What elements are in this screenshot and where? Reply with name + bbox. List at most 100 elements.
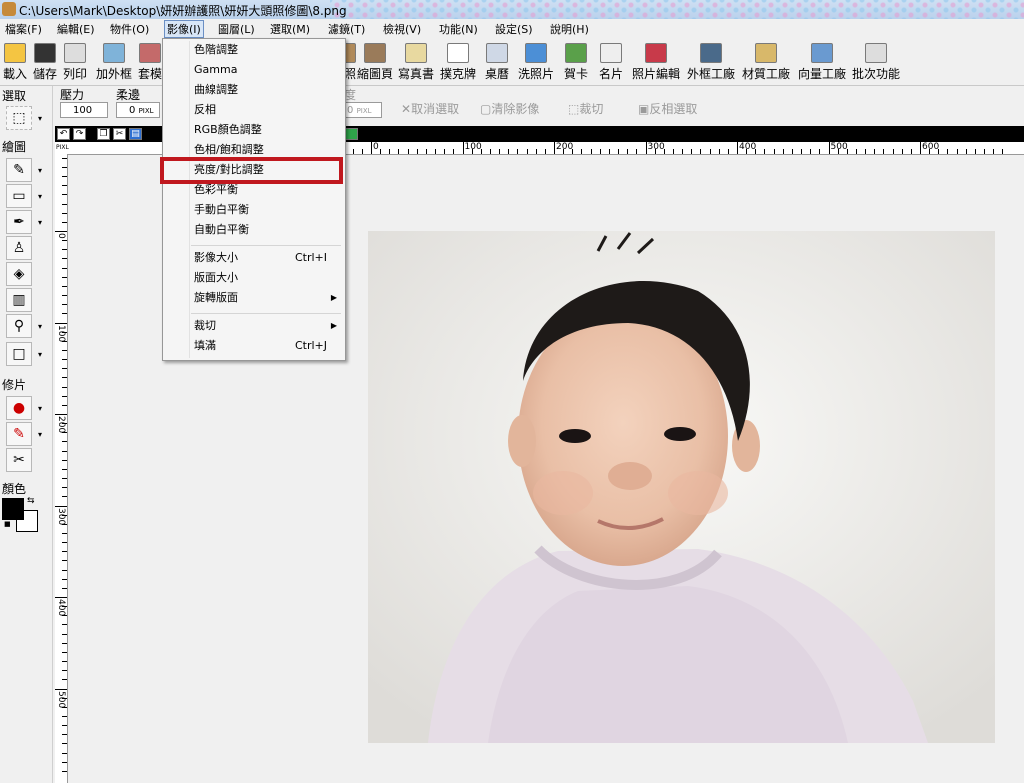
app-icon[interactable] — [2, 2, 16, 16]
menu-function[interactable]: 功能(N) — [437, 21, 480, 37]
chevron-down-icon[interactable]: ▾ — [38, 166, 42, 175]
retouch-brush-tool[interactable]: ✎ — [6, 422, 32, 446]
menu-item-gamma[interactable]: Gamma — [163, 60, 345, 80]
stamp-tool[interactable]: ♙ — [6, 236, 32, 260]
cut-icon[interactable]: ✂ — [113, 128, 126, 140]
ruler-tick — [901, 149, 903, 154]
menu-settings[interactable]: 設定(S) — [493, 21, 535, 37]
business-card-button[interactable]: 名片 — [596, 41, 626, 83]
ruler-tick — [581, 149, 583, 154]
undo-icon[interactable]: ↶ — [57, 128, 70, 140]
invert-selection-button[interactable]: ▣反相選取 — [638, 100, 697, 117]
menu-item-label: 填滿 — [194, 339, 216, 352]
clear-image-button[interactable]: ▢清除影像 — [480, 100, 539, 117]
menu-object[interactable]: 物件(O) — [108, 21, 151, 37]
frame-factory-button[interactable]: 外框工廠 — [685, 41, 737, 83]
gradient-tool[interactable]: ▥ — [6, 288, 32, 312]
chevron-down-icon[interactable]: ▾ — [38, 404, 42, 413]
menu-view[interactable]: 檢視(V) — [381, 21, 423, 37]
ruler-tick — [993, 149, 995, 154]
thumbnail-page-button[interactable]: 縮圖頁 — [355, 41, 395, 83]
save-button[interactable]: 儲存 — [30, 41, 60, 83]
brush-tool[interactable]: ✎ — [6, 158, 32, 182]
menu-item-label: 手動白平衡 — [194, 203, 249, 216]
pen-tool[interactable]: ✒ — [6, 210, 32, 234]
print-photos-button[interactable]: 洗照片 — [515, 41, 557, 83]
calendar-button[interactable]: 桌曆 — [481, 41, 513, 83]
playing-cards-icon — [447, 43, 469, 63]
menu-item-curves[interactable]: 曲線調整 — [163, 80, 345, 100]
toolbox: 選取 ⬚ ▾ 繪圖 ✎ ▾ ▭ ▾ ✒ ▾ ♙ ◈ ▥ ⚲ ▾ □ ▾ 修片 ●… — [0, 86, 53, 783]
ruler-tick — [62, 368, 67, 370]
menu-help[interactable]: 說明(H) — [548, 21, 591, 37]
print-button[interactable]: 列印 — [60, 41, 90, 83]
feather-input[interactable]: 0 PIXL — [116, 102, 160, 118]
vector-factory-button[interactable]: 向量工廠 — [795, 41, 849, 83]
menu-item-levels[interactable]: 色階調整 — [163, 40, 345, 60]
ruler-tick — [62, 212, 67, 214]
ruler-tick — [819, 149, 821, 154]
swap-colors-icon[interactable]: ⇆ — [27, 496, 35, 506]
menu-select[interactable]: 選取(M) — [268, 21, 312, 37]
clear-image-label: 清除影像 — [491, 102, 540, 116]
texture-factory-button[interactable]: 材質工廠 — [739, 41, 793, 83]
layer-icon[interactable] — [345, 128, 358, 140]
greeting-card-button[interactable]: 賀卡 — [561, 41, 591, 83]
vertical-ruler: 0 100 200 300 400 500 — [55, 154, 68, 783]
chevron-down-icon[interactable]: ▾ — [38, 430, 42, 439]
menu-edit[interactable]: 編輯(E) — [55, 21, 97, 37]
shape-tool[interactable]: □ — [6, 342, 32, 366]
eyedropper-tool[interactable]: ⚲ — [6, 314, 32, 338]
menu-item-auto-white-balance[interactable]: 自動白平衡 — [163, 220, 345, 240]
ruler-tick — [62, 285, 67, 287]
menu-item-fill[interactable]: 填滿 Ctrl+J — [163, 336, 345, 356]
menu-item-canvas-size[interactable]: 版面大小 — [163, 268, 345, 288]
hardness-input[interactable]: 100 — [60, 102, 108, 118]
ruler-tick — [508, 149, 510, 154]
ruler-tick — [425, 149, 427, 154]
add-frame-button[interactable]: 加外框 — [93, 41, 135, 83]
redo-icon[interactable]: ↷ — [73, 128, 86, 140]
paste-icon[interactable]: ▤ — [129, 128, 142, 140]
paint-bucket-icon: ◈ — [13, 266, 25, 282]
load-button[interactable]: 載入 — [0, 41, 30, 83]
batch-function-button[interactable]: 批次功能 — [850, 41, 902, 83]
menu-item-manual-white-balance[interactable]: 手動白平衡 — [163, 200, 345, 220]
menu-filter[interactable]: 濾鏡(T) — [326, 21, 367, 37]
menu-item-label: 反相 — [194, 103, 216, 116]
menu-item-rgb-adjust[interactable]: RGB顏色調整 — [163, 120, 345, 140]
clone-tool[interactable]: ✂ — [6, 448, 32, 472]
photo-edit-button[interactable]: 照片編輯 — [628, 41, 684, 83]
ruler-tick — [453, 149, 455, 154]
chevron-down-icon[interactable]: ▾ — [38, 192, 42, 201]
reset-colors-icon[interactable]: ■ — [4, 520, 11, 528]
eraser-tool[interactable]: ▭ — [6, 184, 32, 208]
crop-button[interactable]: ⬚裁切 — [568, 100, 603, 117]
menu-item-invert[interactable]: 反相 — [163, 100, 345, 120]
cancel-selection-label: 取消選取 — [411, 102, 460, 116]
menu-file[interactable]: 檔案(F) — [3, 21, 44, 37]
photobook-button[interactable]: 寫真書 — [396, 41, 436, 83]
photo-image[interactable] — [368, 231, 995, 743]
rect-select-tool[interactable]: ⬚ — [6, 106, 32, 130]
ruler-tick — [352, 149, 354, 154]
menu-item-image-size[interactable]: 影像大小 Ctrl+I — [163, 248, 345, 268]
fill-tool[interactable]: ◈ — [6, 262, 32, 286]
chevron-down-icon[interactable]: ▾ — [38, 218, 42, 227]
poker-card-button[interactable]: 撲克牌 — [438, 41, 478, 83]
chevron-down-icon[interactable]: ▾ — [38, 350, 42, 359]
menu-item-rotate-canvas[interactable]: 旋轉版面 ▶ — [163, 288, 345, 308]
ruler-tick — [62, 770, 67, 772]
degree-input[interactable]: 0 PIXL — [344, 102, 382, 118]
red-eye-tool[interactable]: ● — [6, 396, 32, 420]
menu-layer[interactable]: 圖層(L) — [216, 21, 257, 37]
chevron-down-icon[interactable]: ▾ — [38, 114, 42, 123]
template-button[interactable]: 套模 — [137, 41, 163, 83]
chevron-down-icon[interactable]: ▾ — [38, 322, 42, 331]
foreground-color-swatch[interactable] — [2, 498, 24, 520]
copy-icon[interactable]: ❐ — [97, 128, 110, 140]
menu-image[interactable]: 影像(I) — [164, 20, 204, 38]
ruler-tick — [499, 149, 501, 154]
cancel-selection-button[interactable]: ✕取消選取 — [401, 100, 459, 117]
menu-item-crop[interactable]: 裁切 ▶ — [163, 316, 345, 336]
